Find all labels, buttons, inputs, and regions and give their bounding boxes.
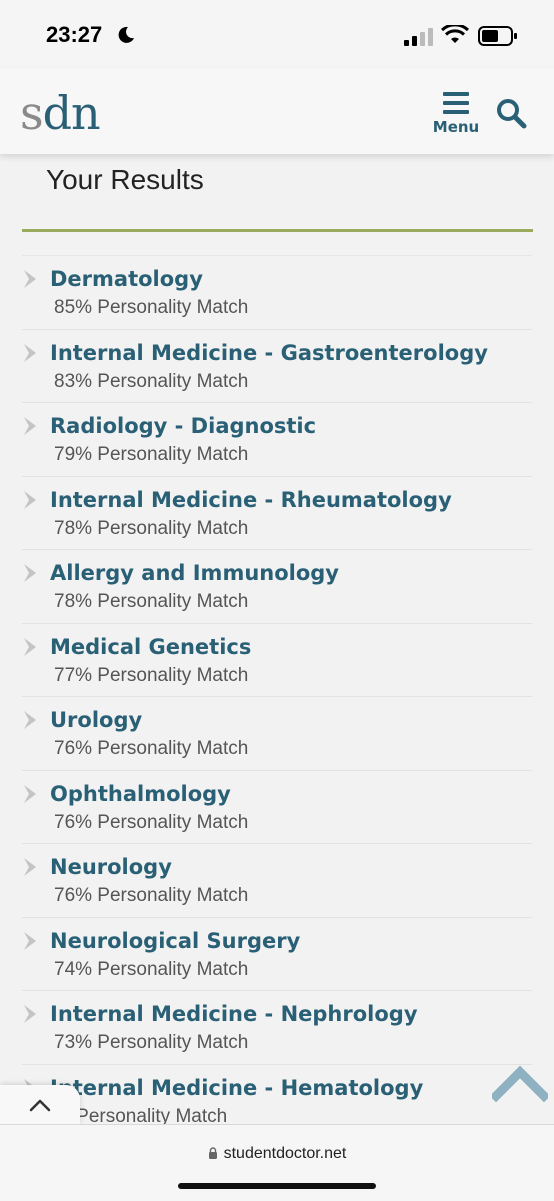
search-icon[interactable] <box>496 98 528 130</box>
hamburger-icon <box>432 92 480 114</box>
list-item[interactable]: Ophthalmology 76% Personality Match <box>22 769 532 844</box>
specialty-name[interactable]: Internal Medicine - Hematology <box>50 1076 423 1100</box>
match-percent: 76% Personality Match <box>54 738 249 759</box>
specialty-name[interactable]: Internal Medicine - Rheumatology <box>50 488 452 512</box>
chevron-right-icon <box>24 417 36 435</box>
specialty-name[interactable]: Internal Medicine - Nephrology <box>50 1002 418 1026</box>
sdn-logo[interactable]: sdn <box>20 86 101 140</box>
cellular-signal-icon <box>404 28 433 46</box>
match-percent: 73% Personality Match <box>54 1032 249 1053</box>
specialty-name[interactable]: Urology <box>50 708 142 732</box>
match-percent: 79% Personality Match <box>54 444 249 465</box>
page-title: Your Results <box>46 164 204 195</box>
wifi-icon <box>441 25 469 43</box>
list-item[interactable]: Neurological Surgery 74% Personality Mat… <box>22 916 532 991</box>
chevron-right-icon <box>24 270 36 288</box>
match-percent: 76% Personality Match <box>54 811 249 833</box>
chevron-right-icon <box>24 564 36 582</box>
menu-button[interactable]: Menu <box>432 92 480 142</box>
battery-icon <box>478 26 517 46</box>
results-list: Dermatology 85% Personality Match Intern… <box>0 255 554 1137</box>
specialty-name[interactable]: Radiology - Diagnostic <box>50 414 316 438</box>
specialty-name[interactable]: Dermatology <box>50 267 203 291</box>
match-percent: 83% Personality Match <box>54 370 249 392</box>
list-item[interactable]: Internal Medicine - Nephrology 73% Perso… <box>22 990 532 1064</box>
match-percent: 77% Personality Match <box>54 664 249 686</box>
url-text: studentdoctor.net <box>223 1145 347 1162</box>
chevron-right-icon <box>24 637 36 656</box>
specialty-name[interactable]: Internal Medicine - Gastroenterology <box>50 341 488 365</box>
chevron-right-icon <box>24 711 36 729</box>
match-percent: 85% Personality Match <box>54 297 249 318</box>
site-header: sdn Menu <box>0 68 554 154</box>
list-item[interactable]: Medical Genetics 77% Personality Match <box>22 622 532 697</box>
url-display[interactable]: studentdoctor.net <box>0 1145 554 1163</box>
chevron-right-icon <box>24 490 36 509</box>
chevron-up-icon <box>29 1099 51 1112</box>
match-percent: 78% Personality Match <box>54 517 249 539</box>
scroll-to-top-icon[interactable] <box>492 1062 548 1102</box>
chevron-right-icon <box>24 784 36 803</box>
specialty-name[interactable]: Allergy and Immunology <box>50 561 339 585</box>
specialty-name[interactable]: Medical Genetics <box>50 635 251 659</box>
list-item[interactable]: Allergy and Immunology 78% Personality M… <box>22 549 532 623</box>
specialty-name[interactable]: Neurological Surgery <box>50 929 300 953</box>
home-indicator <box>178 1183 376 1189</box>
match-percent: 78% Personality Match <box>54 591 249 612</box>
list-item[interactable]: Internal Medicine - Rheumatology 78% Per… <box>22 475 532 550</box>
menu-label: Menu <box>432 118 480 136</box>
chevron-right-icon <box>24 1005 36 1023</box>
collapse-toolbar-button[interactable] <box>0 1085 80 1125</box>
list-item[interactable]: Neurology 76% Personality Match <box>22 843 532 917</box>
chevron-right-icon <box>24 858 36 876</box>
match-percent: 74% Personality Match <box>54 958 249 980</box>
list-item[interactable]: Internal Medicine - Gastroenterology 83%… <box>22 328 532 403</box>
list-item[interactable]: Urology 76% Personality Match <box>22 696 532 770</box>
browser-address-bar[interactable]: studentdoctor.net <box>0 1124 554 1201</box>
moon-icon <box>118 26 134 43</box>
chevron-right-icon <box>24 343 36 362</box>
specialty-name[interactable]: Ophthalmology <box>50 782 231 806</box>
lock-icon <box>208 1147 217 1159</box>
chevron-right-icon <box>24 931 36 950</box>
list-item[interactable]: Radiology - Diagnostic 79% Personality M… <box>22 402 532 476</box>
list-item[interactable]: Dermatology 85% Personality Match <box>22 255 532 329</box>
status-bar: 23:27 <box>0 0 554 68</box>
match-percent: 76% Personality Match <box>54 885 249 906</box>
title-divider <box>22 229 533 232</box>
specialty-name[interactable]: Neurology <box>50 855 172 879</box>
status-time: 23:27 <box>46 22 103 47</box>
